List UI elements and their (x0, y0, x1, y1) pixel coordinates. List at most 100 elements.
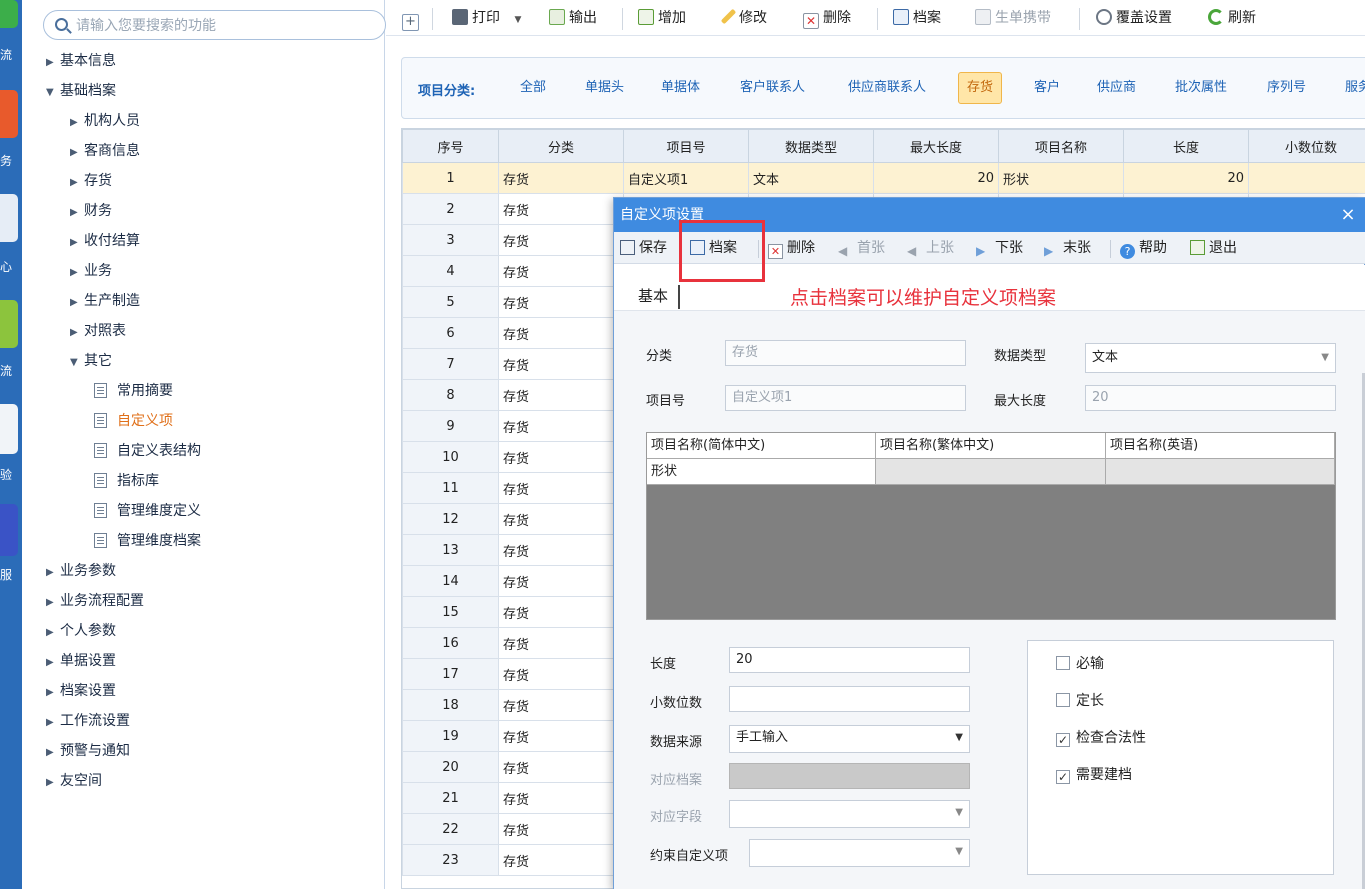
cell-category: 存货 (498, 410, 624, 442)
col-header-decimals[interactable]: 小数位数 (1248, 129, 1365, 163)
override-settings-button[interactable]: 覆盖设置 (1096, 6, 1172, 30)
category-tab-body[interactable]: 单据体 (653, 72, 708, 104)
document-icon (94, 443, 107, 458)
category-tab-serial[interactable]: 序列号 (1259, 72, 1314, 104)
tree-item-inventory[interactable]: ▶ 存货 (70, 168, 112, 194)
tree-item-archive-settings[interactable]: ▶ 档案设置 (46, 678, 116, 704)
col-header-item-no[interactable]: 项目号 (623, 129, 749, 163)
add-button[interactable]: 增加 (638, 6, 686, 30)
data-type-select[interactable]: 文本 ▼ (1085, 343, 1336, 373)
dialog-last-button[interactable]: ▶ 末张 (1044, 238, 1091, 258)
export-button[interactable]: 输出 (549, 6, 597, 30)
col-header-data-type[interactable]: 数据类型 (748, 129, 874, 163)
gen-ribbon-button[interactable]: 生单携带 (975, 6, 1051, 30)
options-panel: 必输 定长 ✓ 检查合法性 ✓ 需要建档 (1027, 640, 1334, 875)
category-tab-header[interactable]: 单据头 (577, 72, 632, 104)
name-cell-english[interactable] (1106, 459, 1335, 485)
category-field[interactable]: 存货 (725, 340, 966, 366)
validate-checkbox[interactable]: ✓ 检查合法性 (1056, 727, 1146, 747)
tree-item-dimension-archive[interactable]: 管理维度档案 (94, 528, 201, 554)
tree-item-merchant-info[interactable]: ▶ 客商信息 (70, 138, 140, 164)
tree-item-payment[interactable]: ▶ 收付结算 (70, 228, 140, 254)
tree-item-manufacturing[interactable]: ▶ 生产制造 (70, 288, 140, 314)
need-archive-checkbox[interactable]: ✓ 需要建档 (1056, 764, 1132, 784)
tree-item-workflow[interactable]: ▶ 工作流设置 (46, 708, 130, 734)
category-tab-customer-contact[interactable]: 客户联系人 (732, 72, 813, 104)
app-icon-6[interactable] (0, 504, 18, 556)
print-button[interactable]: 打印 ▼ (452, 6, 521, 30)
dialog-help-button[interactable]: ? 帮助 (1120, 238, 1167, 259)
tree-item-common-summary[interactable]: 常用摘要 (94, 378, 173, 404)
col-header-length[interactable]: 长度 (1123, 129, 1249, 163)
tree-item-custom-item[interactable]: 自定义项 (94, 408, 173, 434)
col-header-category[interactable]: 分类 (498, 129, 624, 163)
tree-item-business-params[interactable]: ▶ 业务参数 (46, 558, 116, 584)
checkmark-icon: ✓ (1056, 733, 1070, 747)
tree-item-custom-table[interactable]: 自定义表结构 (94, 438, 201, 464)
category-tab-batch[interactable]: 批次属性 (1167, 72, 1235, 104)
required-checkbox[interactable]: 必输 (1056, 653, 1104, 673)
linked-field-select[interactable]: ▼ (729, 800, 970, 828)
dialog-next-button[interactable]: ▶ 下张 (976, 238, 1023, 258)
data-source-select[interactable]: 手工输入 ▼ (729, 725, 970, 753)
tree-item-dimension-def[interactable]: 管理维度定义 (94, 498, 201, 524)
tree-item-personal-params[interactable]: ▶ 个人参数 (46, 618, 116, 644)
tree-item-process-config[interactable]: ▶ 业务流程配置 (46, 588, 144, 614)
constraint-select[interactable]: ▼ (749, 839, 970, 867)
app-icon-3[interactable] (0, 194, 18, 242)
decimals-field[interactable] (729, 686, 970, 712)
category-tab-service[interactable]: 服务 (1337, 72, 1365, 104)
search-box[interactable] (43, 10, 386, 40)
tree-item-basic-info[interactable]: ▶ 基本信息 (46, 48, 116, 74)
chevron-right-icon: ▶ (46, 627, 54, 638)
col-header-item-name[interactable]: 项目名称 (998, 129, 1124, 163)
app-icon-4[interactable] (0, 300, 18, 348)
chevron-down-icon[interactable]: ▼ (514, 15, 521, 25)
archive-button[interactable]: 档案 (893, 6, 941, 30)
name-cell-traditional[interactable] (876, 459, 1106, 485)
tree-item-finance[interactable]: ▶ 财务 (70, 198, 112, 224)
tab-basic[interactable]: 基本 (638, 285, 681, 309)
col-header-max-length[interactable]: 最大长度 (873, 129, 999, 163)
search-input[interactable] (76, 16, 376, 36)
dialog-delete-button[interactable]: ✕ 删除 (768, 238, 815, 259)
tree-item-alerts[interactable]: ▶ 预警与通知 (46, 738, 130, 764)
cell-category: 存货 (498, 255, 624, 287)
fixed-length-checkbox[interactable]: 定长 (1056, 690, 1104, 710)
tree-item-business[interactable]: ▶ 业务 (70, 258, 112, 284)
linked-archive-field[interactable] (729, 763, 970, 789)
close-icon[interactable]: × (1338, 198, 1358, 232)
app-icon-2[interactable] (0, 90, 18, 138)
tree-item-voucher-settings[interactable]: ▶ 单据设置 (46, 648, 116, 674)
item-no-field[interactable]: 自定义项1 (725, 385, 966, 411)
tree-item-basic-archive[interactable]: ▼ 基础档案 (46, 78, 116, 104)
category-tab-inventory[interactable]: 存货 (958, 72, 1003, 104)
main-toolbar: + 打印 ▼ 输出 增加 修改 ✕ 删除 档案 生单携带 覆盖设置 刷新 (386, 0, 1365, 36)
length-field[interactable]: 20 (729, 647, 970, 673)
delete-button[interactable]: ✕ 删除 (803, 6, 851, 30)
tree-item-friend-space[interactable]: ▶ 友空间 (46, 768, 102, 794)
category-tab-supplier-contact[interactable]: 供应商联系人 (840, 72, 934, 104)
app-icon-5[interactable] (0, 404, 18, 454)
dialog-exit-button[interactable]: 退出 (1190, 238, 1237, 258)
tree-item-org-staff[interactable]: ▶ 机构人员 (70, 108, 140, 134)
dialog-first-button[interactable]: ◀ 首张 (838, 238, 885, 258)
col-header-index[interactable]: 序号 (402, 129, 499, 163)
name-cell-simplified[interactable]: 形状 (647, 459, 876, 485)
decimals-label: 小数位数 (650, 696, 703, 711)
archive-icon (893, 9, 909, 25)
tree-item-indicator-lib[interactable]: 指标库 (94, 468, 159, 494)
dialog-save-button[interactable]: 保存 (620, 238, 667, 258)
category-tab-supplier[interactable]: 供应商 (1089, 72, 1144, 104)
table-row[interactable]: 1 存货 自定义项1 文本 20 形状 20 (402, 162, 1365, 194)
category-tab-all[interactable]: 全部 (512, 72, 554, 104)
refresh-button[interactable]: 刷新 (1208, 6, 1256, 30)
max-length-field[interactable]: 20 (1085, 385, 1336, 411)
app-icon-1[interactable] (0, 0, 18, 28)
edit-button[interactable]: 修改 (720, 6, 767, 30)
tree-item-mapping[interactable]: ▶ 对照表 (70, 318, 126, 344)
tree-item-other[interactable]: ▼ 其它 (70, 348, 112, 374)
category-tab-customer[interactable]: 客户 (1026, 72, 1068, 104)
dialog-prev-button[interactable]: ◀ 上张 (907, 238, 954, 258)
expand-button[interactable]: + (402, 6, 423, 31)
